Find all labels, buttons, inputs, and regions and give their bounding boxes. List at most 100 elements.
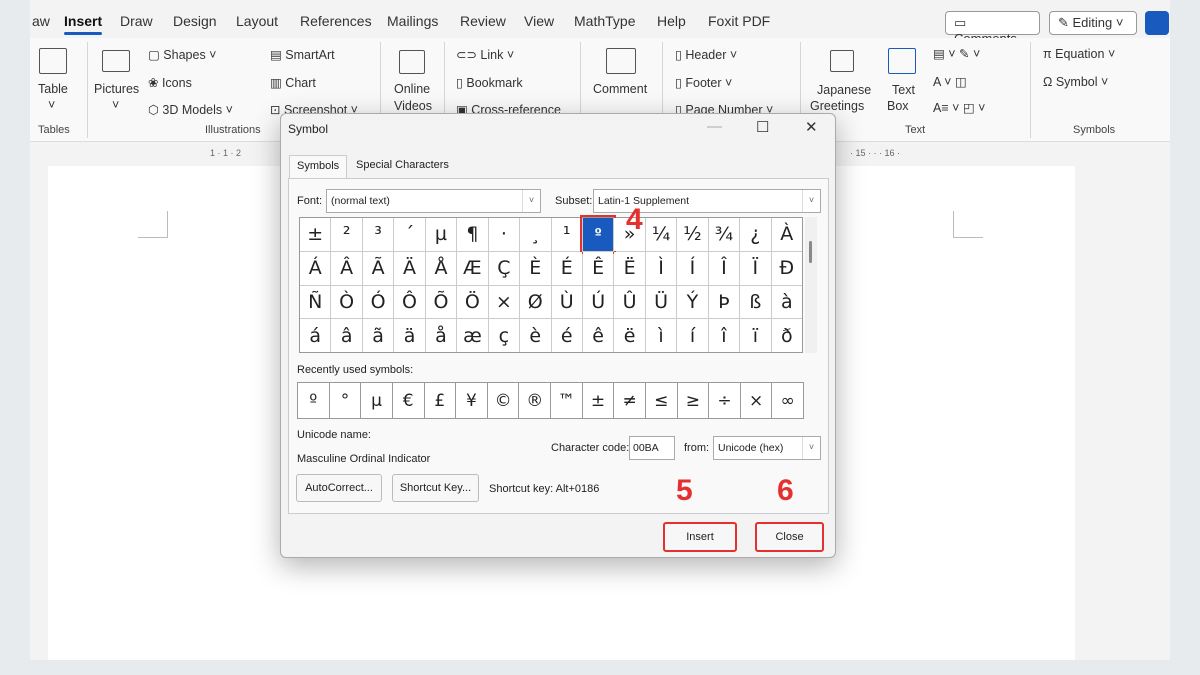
- japanese-greetings-button[interactable]: Japanese: [817, 83, 871, 97]
- symbol-cell[interactable]: á: [300, 319, 331, 352]
- close-button[interactable]: Close: [755, 522, 824, 552]
- insert-button[interactable]: Insert: [663, 522, 737, 552]
- font-select[interactable]: (normal text) ˅: [326, 189, 541, 213]
- symbol-cell[interactable]: Ã: [362, 251, 394, 285]
- symbol-cell[interactable]: ²: [331, 218, 362, 251]
- wordart-icon[interactable]: A ˅ ◫: [933, 74, 967, 89]
- symbol-cell[interactable]: Ü: [645, 285, 677, 319]
- symbol-cell[interactable]: â: [331, 319, 362, 352]
- 3d-models-button[interactable]: ⬡ 3D Models ˅: [148, 102, 233, 117]
- symbol-cell[interactable]: ì: [645, 319, 677, 352]
- shortcut-key-button[interactable]: Shortcut Key...: [392, 474, 479, 502]
- share-icon[interactable]: [1145, 11, 1169, 35]
- symbol-cell[interactable]: Æ: [457, 251, 488, 285]
- recent-symbol-cell[interactable]: ≥: [677, 383, 709, 418]
- symbol-cell[interactable]: æ: [457, 319, 488, 352]
- symbol-cell[interactable]: Ä: [394, 251, 425, 285]
- symbol-cell[interactable]: Å: [425, 251, 457, 285]
- symbol-cell[interactable]: ß: [740, 285, 771, 319]
- tab-help[interactable]: Help: [657, 13, 686, 29]
- symbol-cell[interactable]: ·: [488, 218, 520, 251]
- tab-layout[interactable]: Layout: [236, 13, 278, 29]
- recent-symbol-cell[interactable]: ≤: [645, 383, 677, 418]
- new-comment-button[interactable]: Comment: [593, 82, 647, 96]
- symbol-cell-selected[interactable]: º: [579, 215, 617, 254]
- symbol-cell[interactable]: Î: [708, 251, 740, 285]
- symbol-cell[interactable]: å: [425, 319, 457, 352]
- recent-symbol-cell[interactable]: ¥: [456, 383, 487, 418]
- symbol-cell[interactable]: Ú: [582, 285, 614, 319]
- shapes-button[interactable]: ▢ Shapes ˅: [148, 47, 216, 62]
- symbol-cell[interactable]: µ: [425, 218, 457, 251]
- recent-symbol-cell[interactable]: °: [329, 383, 361, 418]
- recent-symbol-cell[interactable]: €: [392, 383, 424, 418]
- symbol-cell[interactable]: Ì: [645, 251, 677, 285]
- symbol-cell[interactable]: ±: [300, 218, 331, 251]
- tab-review[interactable]: Review: [460, 13, 506, 29]
- symbol-cell[interactable]: ã: [362, 319, 394, 352]
- tab-symbols[interactable]: Symbols: [289, 155, 348, 179]
- pictures-button[interactable]: Pictures: [94, 82, 139, 96]
- smartart-button[interactable]: ▤ SmartArt: [270, 47, 335, 62]
- symbol-cell[interactable]: ¼: [645, 218, 677, 251]
- symbol-cell[interactable]: ¶: [457, 218, 488, 251]
- symbol-cell[interactable]: À: [771, 218, 802, 251]
- symbol-cell[interactable]: ½: [677, 218, 708, 251]
- recent-symbol-cell[interactable]: ≠: [614, 383, 645, 418]
- symbol-cell[interactable]: Ò: [331, 285, 362, 319]
- recent-symbol-cell[interactable]: £: [424, 383, 456, 418]
- recent-symbol-cell[interactable]: ∞: [772, 383, 803, 418]
- scrollbar-thumb[interactable]: [809, 241, 812, 263]
- symbol-cell[interactable]: Ï: [740, 251, 771, 285]
- symbol-cell[interactable]: Õ: [425, 285, 457, 319]
- tab-special-characters[interactable]: Special Characters: [349, 155, 456, 179]
- recent-symbol-cell[interactable]: ™: [551, 383, 582, 418]
- tab-references[interactable]: References: [300, 13, 372, 29]
- quick-parts-icon[interactable]: ▤ ˅ ✎ ˅: [933, 46, 980, 61]
- symbol-button[interactable]: Ω Symbol ˅: [1043, 75, 1108, 89]
- tab-insert[interactable]: Insert: [64, 13, 103, 35]
- comments-button[interactable]: ▭ Comments: [945, 11, 1040, 46]
- symbol-cell[interactable]: Ô: [394, 285, 425, 319]
- table-button[interactable]: Table: [38, 82, 68, 96]
- symbol-cell[interactable]: É: [551, 251, 582, 285]
- symbol-cell[interactable]: Á: [300, 251, 331, 285]
- editing-button[interactable]: ✎ Editing ˅: [1049, 11, 1137, 35]
- maximize-icon[interactable]: ☐: [756, 118, 769, 136]
- symbol-cell[interactable]: Û: [614, 285, 645, 319]
- symbol-cell[interactable]: ï: [740, 319, 771, 352]
- symbol-cell[interactable]: ¿: [740, 218, 771, 251]
- symbol-cell[interactable]: Ö: [457, 285, 488, 319]
- recent-symbol-cell[interactable]: ÷: [709, 383, 740, 418]
- recent-symbol-cell[interactable]: µ: [361, 383, 392, 418]
- symbol-cell[interactable]: Ë: [614, 251, 645, 285]
- icons-button[interactable]: ❀ Icons: [148, 75, 192, 90]
- symbol-cell[interactable]: ¹: [551, 218, 582, 251]
- symbol-cell[interactable]: ´: [394, 218, 425, 251]
- symbol-cell[interactable]: ë: [614, 319, 645, 352]
- equation-button[interactable]: π Equation ˅: [1043, 47, 1115, 61]
- online-videos-button[interactable]: Online: [394, 82, 430, 96]
- symbol-cell[interactable]: Í: [677, 251, 708, 285]
- symbol-cell[interactable]: Ù: [551, 285, 582, 319]
- from-select[interactable]: Unicode (hex) ˅: [713, 436, 821, 460]
- autocorrect-button[interactable]: AutoCorrect...: [296, 474, 382, 502]
- bookmark-button[interactable]: ▯ Bookmark: [456, 75, 523, 90]
- symbol-cell[interactable]: Ñ: [300, 285, 331, 319]
- chart-button[interactable]: ▥ Chart: [270, 75, 316, 90]
- symbol-cell[interactable]: à: [771, 285, 802, 319]
- symbol-cell[interactable]: ³: [362, 218, 394, 251]
- footer-button[interactable]: ▯ Footer ˅: [675, 75, 732, 90]
- symbol-cell[interactable]: é: [551, 319, 582, 352]
- symbol-cell[interactable]: ç: [488, 319, 520, 352]
- tab-draw-partial[interactable]: aw: [32, 13, 50, 29]
- symbol-cell[interactable]: í: [677, 319, 708, 352]
- table-dropdown-icon[interactable]: ˅: [48, 98, 55, 112]
- recent-symbol-cell[interactable]: ©: [487, 383, 519, 418]
- symbol-grid-scrollbar[interactable]: [805, 217, 817, 353]
- symbol-cell[interactable]: Ø: [520, 285, 551, 319]
- symbol-cell[interactable]: ¾: [708, 218, 740, 251]
- tab-view[interactable]: View: [524, 13, 554, 29]
- header-button[interactable]: ▯ Header ˅: [675, 47, 737, 62]
- symbol-cell[interactable]: ð: [771, 319, 802, 352]
